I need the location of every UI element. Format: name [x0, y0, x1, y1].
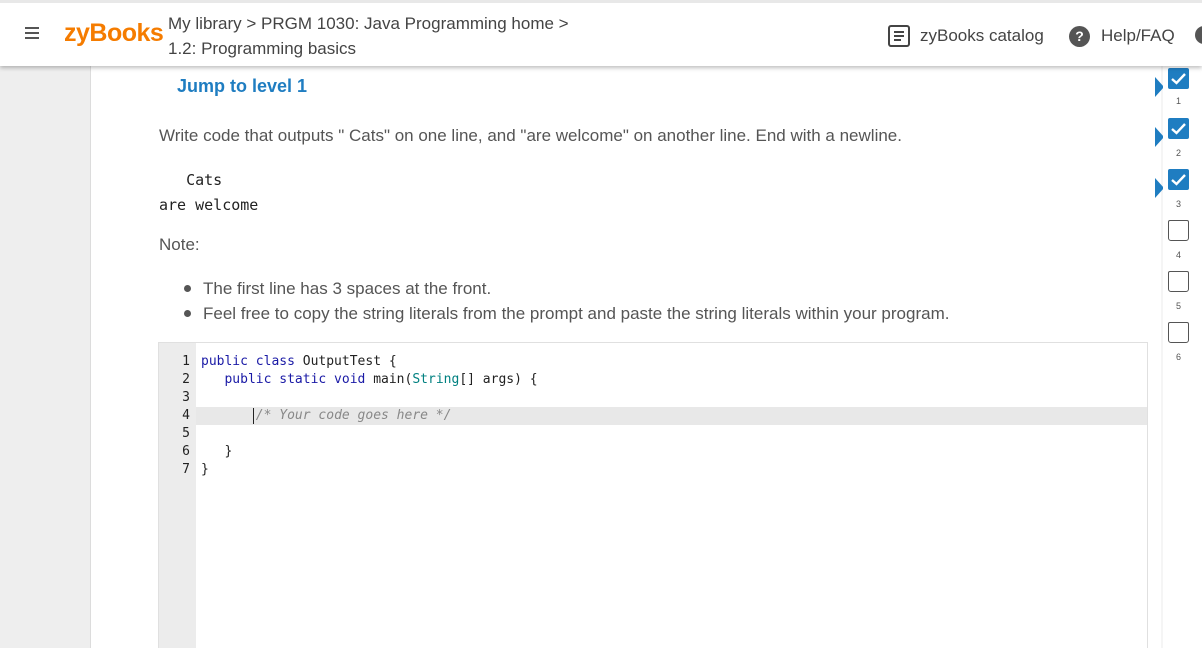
text-cursor: [253, 408, 254, 424]
level-number: 4: [1175, 250, 1181, 260]
level-number: 1: [1175, 96, 1181, 106]
level-number: 3: [1175, 199, 1181, 209]
left-gutter: [0, 66, 91, 648]
level-1-button[interactable]: [1168, 68, 1189, 89]
level-4-button[interactable]: [1168, 220, 1189, 241]
code-line: public static void main(String[] args) {: [201, 371, 538, 389]
code-line: }: [201, 462, 209, 477]
note-item: The first line has 3 spaces at the front…: [183, 276, 949, 301]
checkmark-icon: [1171, 123, 1186, 135]
expected-output-sample: Cats are welcome: [159, 171, 259, 214]
level-indicator: 1 2 3 4 5 6: [1163, 66, 1202, 648]
level-2-button[interactable]: [1168, 118, 1189, 139]
breadcrumb: My library > PRGM 1030: Java Programming…: [168, 11, 569, 61]
code-editor[interactable]: 1 2 3 4 5 6 7 public class OutputTest { …: [158, 342, 1148, 648]
checkmark-icon: [1171, 174, 1186, 186]
note-item: Feel free to copy the string literals fr…: [183, 301, 949, 326]
breadcrumb-path-link[interactable]: My library > PRGM 1030: Java Programming…: [168, 14, 569, 33]
code-text: main(: [365, 372, 413, 387]
level-6-button[interactable]: [1168, 322, 1189, 343]
level-3-button[interactable]: [1168, 169, 1189, 190]
breadcrumb-current-section: 1.2: Programming basics: [168, 39, 357, 58]
code-text: OutputTest {: [294, 354, 397, 369]
code-keyword: public static void: [224, 372, 366, 387]
help-faq-button[interactable]: ? Help/FAQ: [1069, 24, 1175, 48]
code-line: /* Your code goes here */: [201, 407, 452, 425]
help-label: Help/FAQ: [1101, 26, 1175, 45]
code-text: [] args) {: [459, 372, 538, 387]
line-number: 3: [182, 390, 190, 405]
level-5-button[interactable]: [1168, 271, 1189, 292]
level-number: 2: [1175, 148, 1181, 158]
hamburger-menu-icon[interactable]: [22, 25, 42, 41]
line-number: 4: [182, 408, 190, 423]
zybooks-logo[interactable]: zyBooks: [64, 19, 164, 48]
line-number-gutter: 1 2 3 4 5 6 7: [159, 343, 196, 648]
line-number: 2: [182, 372, 190, 387]
catalog-icon: [888, 25, 910, 47]
code-keyword: public class: [201, 354, 295, 369]
challenge-prompt: Write code that outputs " Cats" on one l…: [159, 126, 902, 145]
code-line: }: [201, 444, 233, 459]
line-number: 7: [182, 462, 190, 477]
jump-to-level-link[interactable]: Jump to level 1: [177, 76, 307, 97]
line-number: 1: [182, 354, 190, 369]
level-number: 6: [1175, 352, 1181, 362]
checkmark-icon: [1171, 73, 1186, 85]
code-line: public class OutputTest {: [201, 353, 397, 371]
catalog-label: zyBooks catalog: [920, 26, 1044, 45]
user-avatar[interactable]: [1195, 26, 1202, 44]
code-type: String: [412, 372, 460, 387]
notes-list: The first line has 3 spaces at the front…: [183, 276, 949, 326]
note-label: Note:: [159, 235, 200, 254]
help-icon: ?: [1069, 25, 1090, 47]
level-number: 5: [1175, 301, 1181, 311]
top-bar: zyBooks My library > PRGM 1030: Java Pro…: [0, 0, 1202, 66]
zybooks-catalog-button[interactable]: zyBooks catalog: [888, 24, 1044, 48]
line-number: 5: [182, 426, 190, 441]
line-number: 6: [182, 444, 190, 459]
code-comment: /* Your code goes here */: [255, 408, 452, 423]
